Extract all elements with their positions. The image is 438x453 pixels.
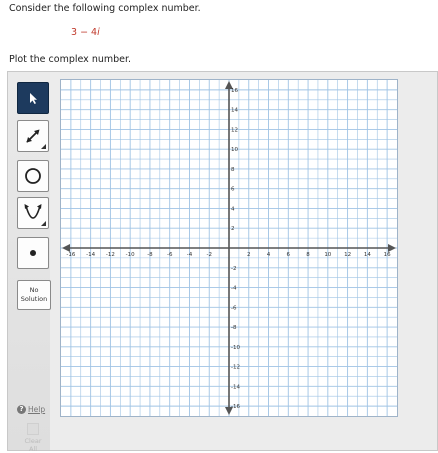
x-tick-label: -14 [86, 252, 95, 258]
help-link[interactable]: ? Help [17, 405, 45, 414]
graph-svg[interactable]: -16 -14 -12 -10 -8 -6 -4 -2 2 4 6 8 10 12 14 16 16 14 12 10… [61, 80, 397, 416]
x-tick-label: -12 [106, 252, 115, 258]
y-tick-label: 6 [231, 187, 235, 193]
x-tick-label: -16 [66, 252, 75, 258]
diagonal-arrow-icon [26, 129, 40, 143]
y-tick-label: -16 [231, 404, 240, 410]
no-solution-line1: No [29, 286, 39, 294]
y-tick-label: 16 [231, 88, 238, 94]
circle-icon [25, 168, 41, 184]
clear-all-line1: Clear [24, 437, 42, 445]
y-tick-label: 14 [231, 108, 238, 114]
coordinate-graph[interactable]: -16 -14 -12 -10 -8 -6 -4 -2 2 4 6 8 10 12 14 16 16 14 12 10… [60, 79, 398, 417]
y-tick-label: -14 [231, 384, 240, 390]
x-axis-arrow-left-icon [62, 244, 70, 252]
x-tick-label: 8 [306, 252, 310, 258]
clear-box-icon [27, 423, 39, 435]
submenu-corner-icon [41, 144, 46, 149]
segment-tool-button[interactable] [17, 120, 49, 152]
x-tick-label: 6 [287, 252, 291, 258]
parabola-tool-button[interactable] [17, 197, 49, 229]
y-tick-label: 8 [231, 167, 235, 173]
y-tick-label: -12 [231, 365, 240, 371]
complex-number-real: 3 − 4 [71, 27, 98, 38]
question-prompt: Consider the following complex number. [9, 3, 201, 14]
x-tick-label: 12 [344, 252, 351, 258]
y-tick-label: 4 [231, 206, 235, 212]
y-tick-label: -8 [231, 325, 237, 331]
y-tick-label: 2 [231, 226, 235, 232]
pointer-tool-button[interactable] [17, 82, 49, 114]
help-label: Help [28, 405, 46, 414]
y-tick-label: 12 [231, 127, 238, 133]
question-circle-icon: ? [17, 405, 26, 414]
no-solution-button[interactable]: No Solution [17, 280, 51, 310]
complex-number-imag-unit: i [97, 27, 100, 38]
clear-all-line2: All [28, 445, 38, 453]
y-tick-label: 10 [231, 147, 238, 153]
complex-number: 3 − 4i [71, 27, 100, 38]
x-tick-label: 2 [247, 252, 251, 258]
no-solution-line2: Solution [20, 295, 48, 303]
x-tick-label: 16 [384, 252, 391, 258]
y-tick-label: -2 [231, 266, 236, 272]
y-tick-label: -4 [231, 286, 237, 292]
point-tool-button[interactable] [17, 237, 49, 269]
y-tick-label: -6 [231, 305, 237, 311]
x-tick-label: 10 [324, 252, 331, 258]
x-tick-label: 4 [267, 252, 271, 258]
submenu-corner-icon [41, 221, 46, 226]
x-tick-label: -10 [126, 252, 135, 258]
x-tick-label: -4 [187, 252, 193, 258]
plot-instruction: Plot the complex number. [9, 54, 132, 65]
cursor-arrow-icon [30, 93, 37, 104]
point-icon [30, 250, 36, 256]
x-tick-label: -2 [206, 252, 211, 258]
x-tick-label: -6 [167, 252, 173, 258]
x-tick-label: -8 [147, 252, 153, 258]
x-tick-label: 14 [364, 252, 371, 258]
circle-tool-button[interactable] [17, 160, 49, 192]
x-axis-arrow-right-icon [388, 244, 396, 252]
clear-all-button[interactable]: Clear All [17, 421, 49, 453]
y-tick-label: -10 [231, 345, 240, 351]
